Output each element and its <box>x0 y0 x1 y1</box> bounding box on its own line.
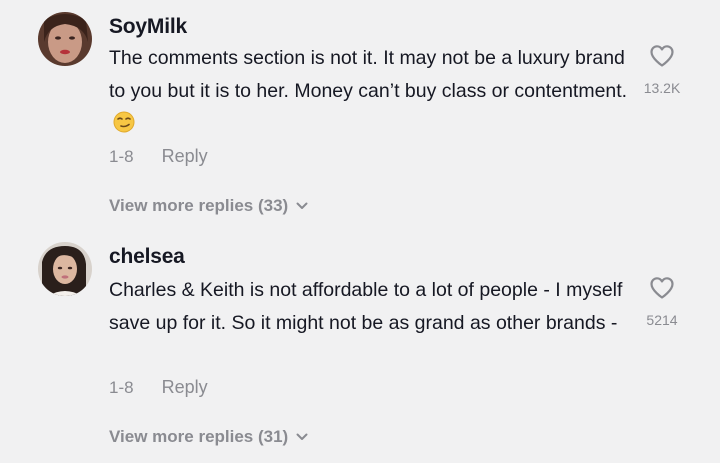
comment-item: chelsea Charles & Keith is not affordabl… <box>0 232 720 463</box>
comment-username[interactable]: chelsea <box>109 245 185 269</box>
heart-icon <box>650 277 674 299</box>
view-more-replies-label: View more replies (33) <box>109 196 289 215</box>
view-more-replies-label: View more replies (31) <box>109 427 289 446</box>
avatar[interactable] <box>38 242 92 296</box>
reply-button[interactable]: Reply <box>162 377 208 397</box>
comment-meta: 1-8 Reply <box>109 377 208 398</box>
view-more-replies-button[interactable]: View more replies (31) <box>109 426 308 447</box>
comment-text: The comments section is not it. It may n… <box>109 42 629 144</box>
like-button[interactable]: 13.2K <box>632 44 692 96</box>
reply-button[interactable]: Reply <box>162 146 208 166</box>
like-button[interactable]: 5214 <box>632 276 692 328</box>
avatar-image <box>38 12 92 66</box>
like-count: 13.2K <box>643 80 681 96</box>
comment-body: Charles & Keith is not affordable to a l… <box>109 279 623 334</box>
avatar-image <box>38 242 92 296</box>
heart-icon <box>650 45 674 67</box>
avatar[interactable] <box>38 12 92 66</box>
chevron-down-icon <box>296 426 308 446</box>
comment-date: 1-8 <box>109 147 134 166</box>
view-more-replies-button[interactable]: View more replies (33) <box>109 195 308 216</box>
comment-body: The comments section is not it. It may n… <box>109 47 628 102</box>
comment-item: SoyMilk The comments section is not it. … <box>0 0 720 232</box>
like-count: 5214 <box>646 312 678 328</box>
chevron-down-icon <box>296 195 308 215</box>
comment-username[interactable]: SoyMilk <box>109 15 187 39</box>
comment-date: 1-8 <box>109 378 134 397</box>
comment-meta: 1-8 Reply <box>109 146 208 167</box>
smirking-face-icon <box>113 111 135 144</box>
comment-text: Charles & Keith is not affordable to a l… <box>109 274 629 340</box>
